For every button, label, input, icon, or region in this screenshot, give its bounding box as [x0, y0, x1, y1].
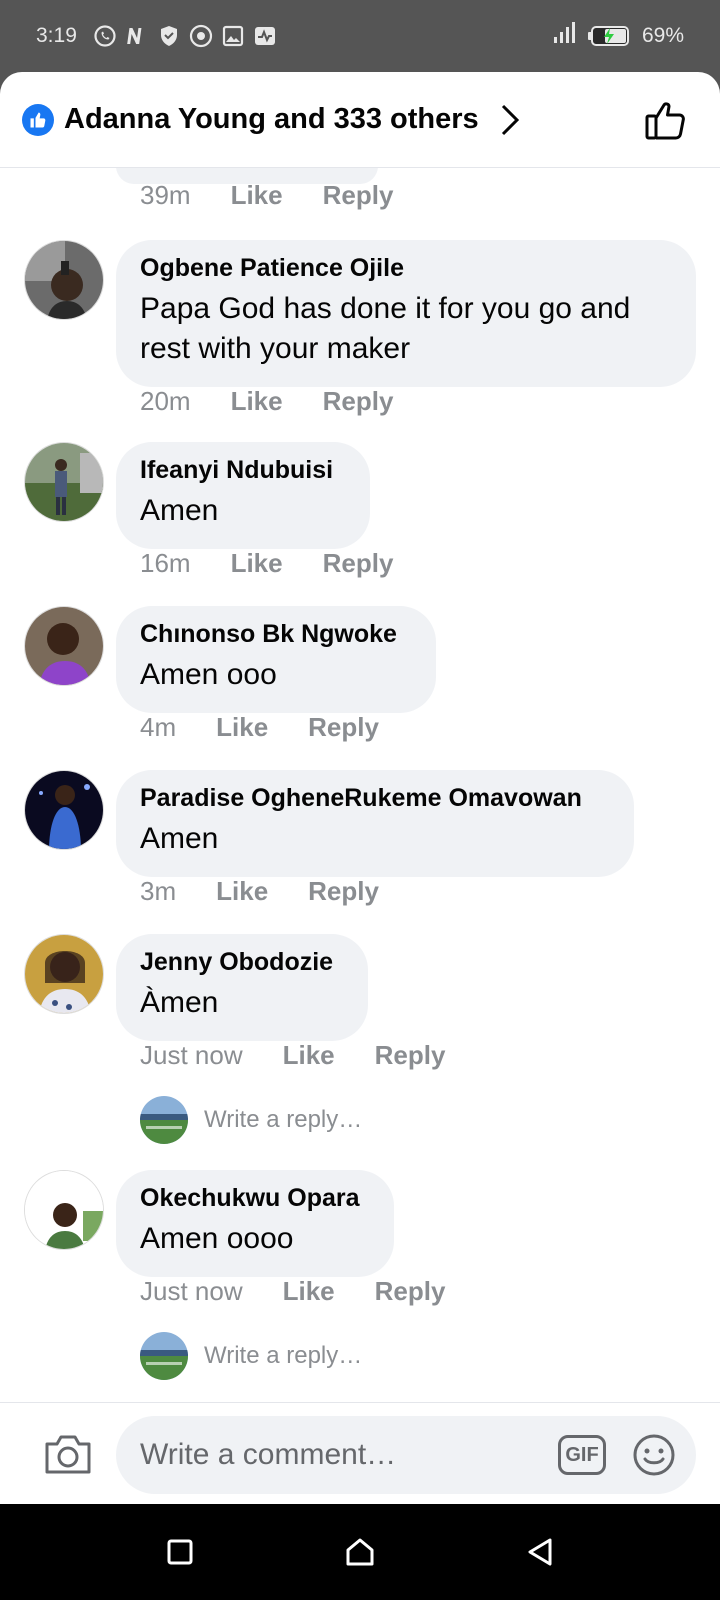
status-time: 3:19 — [36, 24, 77, 47]
screen: 3:19 69% Adanna Young and 333 others 39m… — [0, 0, 720, 1600]
reply-link[interactable]: Reply — [308, 876, 379, 907]
like-reaction-icon — [22, 103, 54, 136]
home-icon — [346, 1538, 374, 1566]
gif-button[interactable]: GIF — [558, 1435, 606, 1475]
comment-author[interactable]: Paradise OgheneRukeme Omavowan — [140, 784, 610, 813]
comment-time: 16m — [140, 548, 191, 578]
back-triangle-icon — [528, 1538, 552, 1566]
like-link[interactable]: Like — [216, 876, 268, 907]
comment-text: Papa God has done it for you go and rest… — [140, 292, 631, 365]
like-link[interactable]: Like — [231, 548, 283, 579]
reply-link[interactable]: Reply — [323, 386, 394, 417]
reply-link[interactable]: Reply — [375, 1276, 446, 1307]
write-reply-placeholder[interactable]: Write a reply… — [204, 1106, 362, 1134]
chevron-right-icon[interactable] — [499, 103, 521, 137]
emoji-button[interactable] — [632, 1433, 676, 1477]
gallery-icon — [221, 24, 245, 48]
comment-meta: Just now Like Reply — [140, 1276, 445, 1307]
system-nav-bar — [0, 1504, 720, 1600]
comment-meta: 39m Like Reply — [140, 180, 393, 211]
comment-time: 39m — [140, 180, 191, 210]
comment-author[interactable]: Okechukwu Opara — [140, 1184, 370, 1213]
reactions-summary[interactable]: Adanna Young and 333 others — [64, 103, 479, 136]
reply-link[interactable]: Reply — [323, 548, 394, 579]
reply-link[interactable]: Reply — [375, 1040, 446, 1071]
battery-percent: 69% — [641, 24, 684, 47]
comment-text: Àmen — [140, 986, 219, 1019]
comment-input-placeholder[interactable]: Write a comment… — [140, 1438, 558, 1472]
comment-time: 3m — [140, 876, 177, 906]
recents-button[interactable] — [150, 1522, 210, 1582]
comment-bubble[interactable]: Chınonso Bk Ngwoke Amen ooo — [116, 606, 436, 713]
comment-bubble[interactable]: Ifeanyi Ndubuisi Amen — [116, 442, 370, 549]
comment-bubble[interactable]: Ogbene Patience Ojile Papa God has done … — [116, 240, 696, 387]
comment-composer: Write a comment… GIF — [0, 1402, 720, 1504]
comment-text: Amen — [140, 822, 219, 855]
write-reply-placeholder[interactable]: Write a reply… — [204, 1342, 362, 1370]
shield-icon — [157, 24, 181, 48]
comment-text: Amen — [140, 494, 219, 527]
avatar[interactable] — [24, 240, 104, 320]
comment-bubble[interactable]: Paradise OgheneRukeme Omavowan Amen — [116, 770, 634, 877]
home-button[interactable] — [330, 1522, 390, 1582]
like-link[interactable]: Like — [216, 712, 268, 743]
signal-icon — [552, 21, 578, 51]
comment-meta: 16m Like Reply — [140, 548, 393, 579]
reactions-header[interactable]: Adanna Young and 333 others — [0, 72, 720, 168]
comment-list[interactable]: 39m Like Reply Ogbene Patience Ojile Pap… — [0, 168, 720, 1474]
comment-meta: 4m Like Reply — [140, 712, 379, 743]
thumbs-up-icon — [645, 101, 685, 139]
comment-bubble[interactable]: Jenny Obodozie Àmen — [116, 934, 368, 1041]
avatar[interactable] — [24, 442, 104, 522]
write-reply-row[interactable]: Write a reply… — [140, 1096, 362, 1144]
camera-icon — [45, 1435, 91, 1473]
comment-time: Just now — [140, 1276, 243, 1306]
comment-meta: 20m Like Reply — [140, 386, 393, 417]
like-link[interactable]: Like — [231, 180, 283, 211]
comment-author[interactable]: Ifeanyi Ndubuisi — [140, 456, 346, 485]
my-avatar — [140, 1332, 188, 1380]
like-link[interactable]: Like — [283, 1040, 335, 1071]
comment-input[interactable]: Write a comment… GIF — [116, 1416, 696, 1494]
comment-text: Amen oooo — [140, 1222, 294, 1255]
write-reply-row[interactable]: Write a reply… — [140, 1332, 362, 1380]
reply-link[interactable]: Reply — [308, 712, 379, 743]
comment-time: 4m — [140, 712, 177, 742]
whatsapp-icon — [93, 24, 117, 48]
like-button[interactable] — [644, 98, 688, 142]
comment-author[interactable]: Jenny Obodozie — [140, 948, 344, 977]
n-icon — [125, 24, 149, 48]
comment-bubble[interactable]: Okechukwu Opara Amen oooo — [116, 1170, 394, 1277]
avatar[interactable] — [24, 770, 104, 850]
battery-icon — [587, 24, 632, 48]
smiley-icon — [633, 1434, 675, 1476]
comment-meta: 3m Like Reply — [140, 876, 379, 907]
comment-time: Just now — [140, 1040, 243, 1070]
avatar[interactable] — [24, 1170, 104, 1250]
comment-time: 20m — [140, 386, 191, 416]
comments-sheet: Adanna Young and 333 others 39m Like Rep… — [0, 72, 720, 1504]
comment-meta: Just now Like Reply — [140, 1040, 445, 1071]
like-link[interactable]: Like — [231, 386, 283, 417]
avatar[interactable] — [24, 606, 104, 686]
camera-button[interactable] — [36, 1432, 100, 1476]
avatar[interactable] — [24, 934, 104, 1014]
comment-text: Amen ooo — [140, 658, 277, 691]
comment-author[interactable]: Chınonso Bk Ngwoke — [140, 620, 412, 649]
activity-icon — [253, 24, 277, 48]
comment-author[interactable]: Ogbene Patience Ojile — [140, 254, 672, 283]
square-icon — [167, 1539, 193, 1565]
chrome-icon — [189, 24, 213, 48]
back-button[interactable] — [510, 1522, 570, 1582]
my-avatar — [140, 1096, 188, 1144]
status-bar: 3:19 69% — [0, 0, 720, 72]
like-link[interactable]: Like — [283, 1276, 335, 1307]
reply-link[interactable]: Reply — [323, 180, 394, 211]
